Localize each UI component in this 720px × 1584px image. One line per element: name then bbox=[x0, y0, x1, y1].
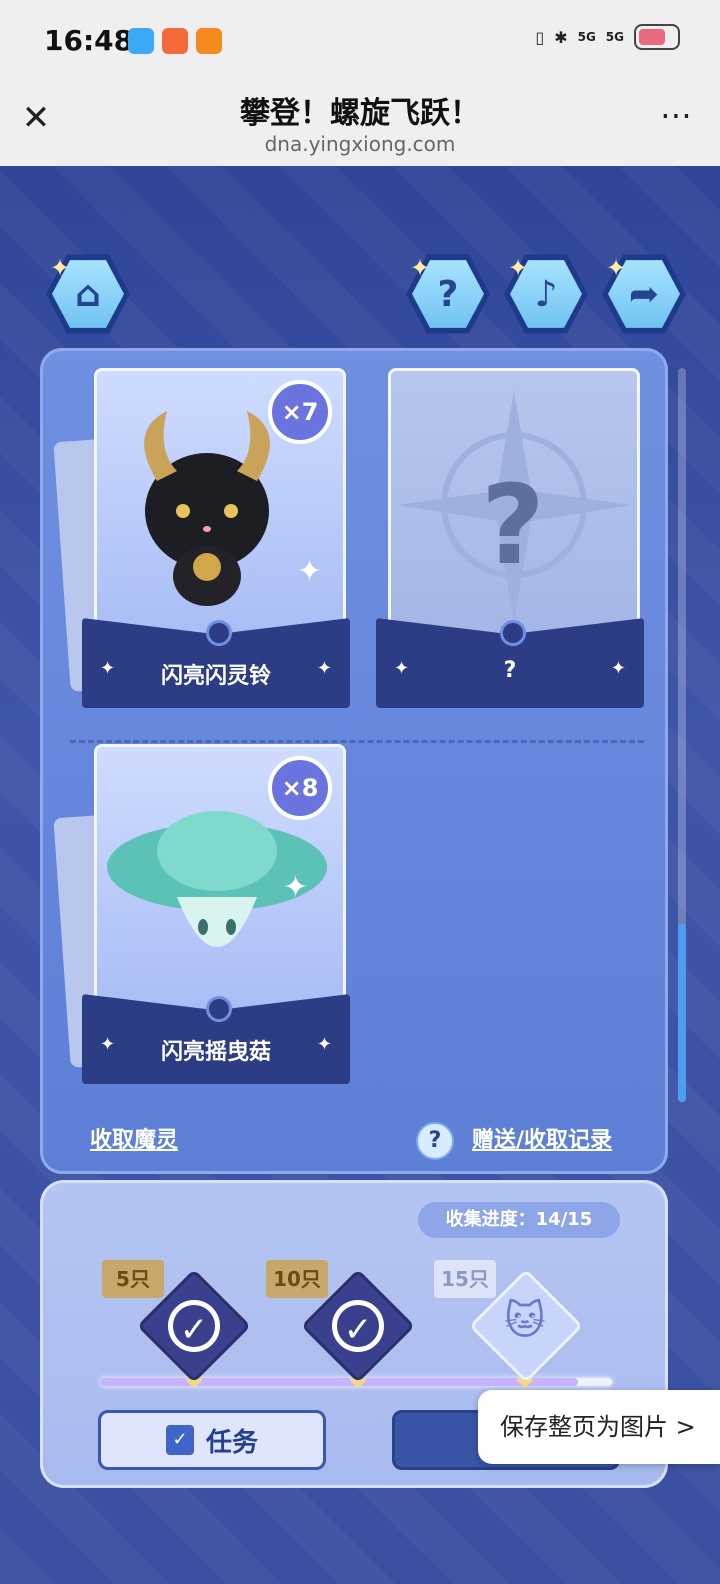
scrollbar[interactable] bbox=[678, 368, 686, 1102]
card-name: 闪亮摇曳菇 bbox=[160, 1040, 271, 1065]
card-name: ? bbox=[503, 658, 517, 683]
browser-header: ✕ 攀登！螺旋飞跃！ dna.yingxiong.com ⋯ bbox=[0, 82, 720, 166]
task-button[interactable]: ✓ 任务 bbox=[98, 1410, 326, 1470]
card-image: ? bbox=[388, 368, 640, 642]
milestone-label: 15只 bbox=[434, 1260, 496, 1298]
music-button[interactable]: ♪ ✦ bbox=[504, 252, 588, 336]
help-button[interactable]: ? ✦ bbox=[406, 252, 490, 336]
share-button[interactable]: ➦ ✦ bbox=[602, 252, 686, 336]
notification-icons bbox=[128, 28, 222, 54]
battery-icon bbox=[634, 24, 680, 50]
spirit-card[interactable]: ✦ ×8 ✦ 闪亮摇曳菇 ✦ bbox=[53, 744, 350, 1084]
sparkle-icon: ✦ bbox=[316, 1034, 332, 1055]
app-notification-icon bbox=[128, 28, 154, 54]
status-indicators: ▯ ✱ 5G 5G bbox=[535, 24, 680, 50]
progress-value: 14/15 bbox=[535, 1209, 593, 1230]
more-icon[interactable]: ⋯ bbox=[660, 96, 694, 134]
sparkle-icon: ✦ bbox=[606, 254, 627, 282]
collection-progress: 收集进度：14/15 bbox=[418, 1202, 620, 1238]
card-count-badge: ×8 bbox=[268, 756, 332, 820]
status-bar: 16:48 ▯ ✱ 5G 5G bbox=[0, 0, 720, 82]
app-notification-icon bbox=[162, 28, 188, 54]
help-icon: ? bbox=[437, 273, 459, 315]
sparkle-icon: ✦ bbox=[316, 658, 332, 679]
divider bbox=[70, 740, 644, 743]
vibrate-icon: ▯ bbox=[535, 27, 545, 47]
svg-text:✦: ✦ bbox=[283, 870, 308, 905]
bluetooth-icon: ✱ bbox=[554, 27, 568, 47]
help-icon[interactable]: ? bbox=[416, 1122, 454, 1160]
check-icon: ✓ bbox=[168, 1300, 220, 1352]
sparkle-icon: ✦ bbox=[610, 658, 626, 679]
page-url: dna.yingxiong.com bbox=[264, 132, 456, 156]
app-notification-icon bbox=[196, 28, 222, 54]
milestone-5[interactable]: ✓ 5只 bbox=[102, 1260, 252, 1384]
spirit-card[interactable]: ✦ ×7 ✦ 闪亮闪灵铃 ✦ bbox=[53, 368, 350, 708]
collect-spirit-link[interactable]: 收取魔灵 bbox=[90, 1122, 178, 1154]
milestone-15[interactable]: 🐱 15只 bbox=[434, 1260, 584, 1384]
milestone-10[interactable]: ✓ 10只 bbox=[266, 1260, 416, 1384]
unknown-mark: ? bbox=[481, 461, 545, 589]
sparkle-icon: ✦ bbox=[508, 254, 529, 282]
signal-5g-1: 5G bbox=[577, 30, 596, 44]
cat-reward-icon: 🐱 bbox=[504, 1298, 546, 1344]
sparkle-icon: ✦ bbox=[50, 254, 71, 282]
milestone-label: 10只 bbox=[266, 1260, 328, 1298]
gift-record-link[interactable]: 赠送/收取记录 bbox=[472, 1122, 612, 1154]
save-page-as-image-button[interactable]: 保存整页为图片 > bbox=[478, 1390, 720, 1464]
check-icon: ✓ bbox=[332, 1300, 384, 1352]
svg-text:✦: ✦ bbox=[297, 554, 322, 589]
music-icon: ♪ bbox=[534, 273, 558, 315]
home-button[interactable]: ⌂ ✦ bbox=[46, 252, 130, 336]
task-icon: ✓ bbox=[165, 1425, 194, 1455]
share-icon: ➦ bbox=[628, 273, 660, 315]
card-name: 闪亮闪灵铃 bbox=[160, 664, 271, 689]
card-count-badge: ×7 bbox=[268, 380, 332, 444]
task-button-label: 任务 bbox=[205, 1427, 258, 1458]
scrollbar-thumb[interactable] bbox=[678, 924, 686, 1102]
signal-5g-2: 5G bbox=[605, 30, 624, 44]
status-time: 16:48 bbox=[44, 24, 134, 57]
sparkle-icon: ✦ bbox=[410, 254, 431, 282]
spirit-card-locked[interactable]: ? ✦ ? ✦ bbox=[376, 368, 644, 708]
milestone-label: 5只 bbox=[102, 1260, 164, 1298]
progress-label: 收集进度： bbox=[445, 1209, 536, 1230]
home-icon: ⌂ bbox=[75, 273, 101, 315]
page-title: 攀登！螺旋飞跃！ bbox=[240, 96, 480, 131]
